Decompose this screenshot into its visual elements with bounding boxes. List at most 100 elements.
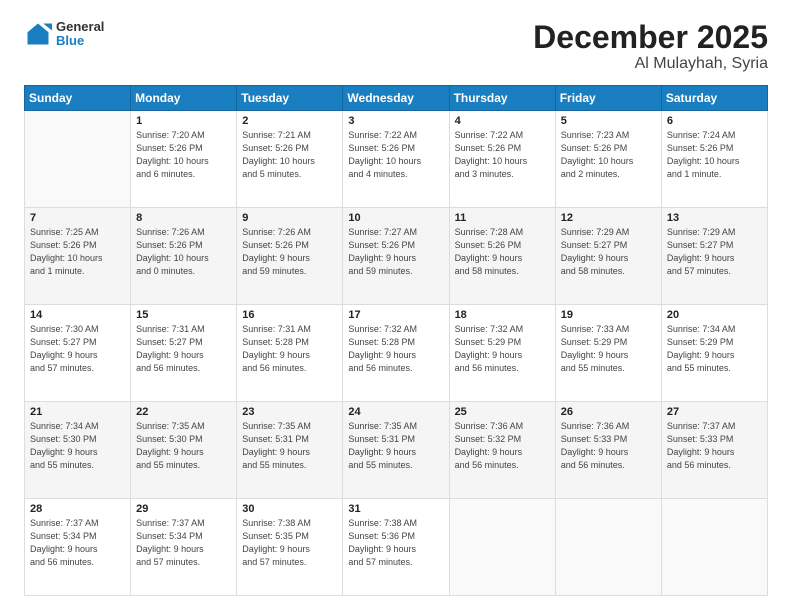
day-number: 4 <box>455 115 550 127</box>
week-row-3: 14 Sunrise: 7:30 AM Sunset: 5:27 PM Dayli… <box>25 305 768 402</box>
day-info: Sunrise: 7:24 AM Sunset: 5:26 PM Dayligh… <box>667 129 762 181</box>
day-number: 13 <box>667 212 762 224</box>
day-info: Sunrise: 7:38 AM Sunset: 5:36 PM Dayligh… <box>348 517 443 569</box>
day-info: Sunrise: 7:32 AM Sunset: 5:28 PM Dayligh… <box>348 323 443 375</box>
day-info: Sunrise: 7:31 AM Sunset: 5:28 PM Dayligh… <box>242 323 337 375</box>
calendar-cell: 5Sunrise: 7:23 AM Sunset: 5:26 PM Daylig… <box>555 111 661 208</box>
day-number: 7 <box>30 212 125 224</box>
calendar-cell: 23Sunrise: 7:35 AM Sunset: 5:31 PM Dayli… <box>237 402 343 499</box>
day-number: 25 <box>455 406 550 418</box>
calendar-cell: 1 Sunrise: 7:20 AM Sunset: 5:26 PM Daylig… <box>131 111 237 208</box>
day-number: 8 <box>136 212 231 224</box>
calendar-cell: 12 Sunrise: 7:29 AM Sunset: 5:27 PM Dayli… <box>555 208 661 305</box>
week-row-2: 7 Sunrise: 7:25 AM Sunset: 5:26 PM Daylig… <box>25 208 768 305</box>
logo: General Blue <box>24 20 104 49</box>
day-header-thursday: Thursday <box>449 86 555 111</box>
day-number: 24 <box>348 406 443 418</box>
day-number: 17 <box>348 309 443 321</box>
day-info: Sunrise: 7:33 AM Sunset: 5:29 PM Dayligh… <box>561 323 656 375</box>
logo-line1: General <box>56 20 104 34</box>
day-number: 26 <box>561 406 656 418</box>
calendar-cell: 20 Sunrise: 7:34 AM Sunset: 5:29 PM Dayli… <box>661 305 767 402</box>
calendar-cell: 13 Sunrise: 7:29 AM Sunset: 5:27 PM Dayli… <box>661 208 767 305</box>
day-info: Sunrise: 7:25 AM Sunset: 5:26 PM Dayligh… <box>30 226 125 278</box>
day-number: 6 <box>667 115 762 127</box>
day-info: Sunrise: 7:29 AM Sunset: 5:27 PM Dayligh… <box>561 226 656 278</box>
page: General Blue December 2025 Al Mulayhah, … <box>0 0 792 612</box>
calendar-cell: 9Sunrise: 7:26 AM Sunset: 5:26 PM Daylig… <box>237 208 343 305</box>
day-number: 19 <box>561 309 656 321</box>
calendar-title: December 2025 <box>533 20 768 55</box>
day-number: 29 <box>136 503 231 515</box>
day-number: 27 <box>667 406 762 418</box>
calendar-cell: 19 Sunrise: 7:33 AM Sunset: 5:29 PM Dayli… <box>555 305 661 402</box>
calendar-cell: 16 Sunrise: 7:31 AM Sunset: 5:28 PM Dayli… <box>237 305 343 402</box>
day-info: Sunrise: 7:28 AM Sunset: 5:26 PM Dayligh… <box>455 226 550 278</box>
day-number: 12 <box>561 212 656 224</box>
day-info: Sunrise: 7:35 AM Sunset: 5:30 PM Dayligh… <box>136 420 231 472</box>
day-info: Sunrise: 7:31 AM Sunset: 5:27 PM Dayligh… <box>136 323 231 375</box>
calendar-cell: 2 Sunrise: 7:21 AM Sunset: 5:26 PM Daylig… <box>237 111 343 208</box>
day-number: 2 <box>242 115 337 127</box>
day-number: 1 <box>136 115 231 127</box>
day-number: 5 <box>561 115 656 127</box>
calendar-cell: 24 Sunrise: 7:35 AM Sunset: 5:31 PM Dayli… <box>343 402 449 499</box>
calendar-cell: 30Sunrise: 7:38 AM Sunset: 5:35 PM Dayli… <box>237 499 343 596</box>
day-info: Sunrise: 7:32 AM Sunset: 5:29 PM Dayligh… <box>455 323 550 375</box>
calendar-cell: 14 Sunrise: 7:30 AM Sunset: 5:27 PM Dayli… <box>25 305 131 402</box>
day-info: Sunrise: 7:37 AM Sunset: 5:34 PM Dayligh… <box>136 517 231 569</box>
day-number: 21 <box>30 406 125 418</box>
day-info: Sunrise: 7:20 AM Sunset: 5:26 PM Dayligh… <box>136 129 231 181</box>
calendar-cell: 7 Sunrise: 7:25 AM Sunset: 5:26 PM Daylig… <box>25 208 131 305</box>
calendar-cell: 22 Sunrise: 7:35 AM Sunset: 5:30 PM Dayli… <box>131 402 237 499</box>
title-block: December 2025 Al Mulayhah, Syria <box>533 20 768 73</box>
calendar-cell: 3 Sunrise: 7:22 AM Sunset: 5:26 PM Daylig… <box>343 111 449 208</box>
day-info: Sunrise: 7:29 AM Sunset: 5:27 PM Dayligh… <box>667 226 762 278</box>
day-number: 18 <box>455 309 550 321</box>
calendar-cell: 8 Sunrise: 7:26 AM Sunset: 5:26 PM Daylig… <box>131 208 237 305</box>
day-header-monday: Monday <box>131 86 237 111</box>
logo-text: General Blue <box>56 20 104 49</box>
day-number: 14 <box>30 309 125 321</box>
day-info: Sunrise: 7:35 AM Sunset: 5:31 PM Dayligh… <box>242 420 337 472</box>
logo-icon <box>24 20 52 48</box>
day-info: Sunrise: 7:36 AM Sunset: 5:33 PM Dayligh… <box>561 420 656 472</box>
day-header-wednesday: Wednesday <box>343 86 449 111</box>
calendar-cell <box>661 499 767 596</box>
day-info: Sunrise: 7:37 AM Sunset: 5:34 PM Dayligh… <box>30 517 125 569</box>
calendar-cell: 15Sunrise: 7:31 AM Sunset: 5:27 PM Dayli… <box>131 305 237 402</box>
calendar-cell: 11 Sunrise: 7:28 AM Sunset: 5:26 PM Dayli… <box>449 208 555 305</box>
day-info: Sunrise: 7:30 AM Sunset: 5:27 PM Dayligh… <box>30 323 125 375</box>
day-info: Sunrise: 7:36 AM Sunset: 5:32 PM Dayligh… <box>455 420 550 472</box>
day-number: 31 <box>348 503 443 515</box>
day-number: 11 <box>455 212 550 224</box>
day-info: Sunrise: 7:22 AM Sunset: 5:26 PM Dayligh… <box>455 129 550 181</box>
calendar-cell: 25 Sunrise: 7:36 AM Sunset: 5:32 PM Dayli… <box>449 402 555 499</box>
day-info: Sunrise: 7:37 AM Sunset: 5:33 PM Dayligh… <box>667 420 762 472</box>
calendar-cell: 31 Sunrise: 7:38 AM Sunset: 5:36 PM Dayli… <box>343 499 449 596</box>
day-info: Sunrise: 7:34 AM Sunset: 5:29 PM Dayligh… <box>667 323 762 375</box>
day-header-sunday: Sunday <box>25 86 131 111</box>
day-number: 20 <box>667 309 762 321</box>
calendar-cell: 27 Sunrise: 7:37 AM Sunset: 5:33 PM Dayli… <box>661 402 767 499</box>
day-number: 3 <box>348 115 443 127</box>
calendar-cell: 4 Sunrise: 7:22 AM Sunset: 5:26 PM Daylig… <box>449 111 555 208</box>
day-header-tuesday: Tuesday <box>237 86 343 111</box>
calendar-cell <box>555 499 661 596</box>
day-info: Sunrise: 7:26 AM Sunset: 5:26 PM Dayligh… <box>136 226 231 278</box>
day-header-friday: Friday <box>555 86 661 111</box>
calendar-cell: 18 Sunrise: 7:32 AM Sunset: 5:29 PM Dayli… <box>449 305 555 402</box>
day-info: Sunrise: 7:35 AM Sunset: 5:31 PM Dayligh… <box>348 420 443 472</box>
day-number: 22 <box>136 406 231 418</box>
calendar-cell: 21Sunrise: 7:34 AM Sunset: 5:30 PM Dayli… <box>25 402 131 499</box>
calendar-cell: 17 Sunrise: 7:32 AM Sunset: 5:28 PM Dayli… <box>343 305 449 402</box>
day-info: Sunrise: 7:21 AM Sunset: 5:26 PM Dayligh… <box>242 129 337 181</box>
week-row-1: 1 Sunrise: 7:20 AM Sunset: 5:26 PM Daylig… <box>25 111 768 208</box>
day-info: Sunrise: 7:27 AM Sunset: 5:26 PM Dayligh… <box>348 226 443 278</box>
day-number: 16 <box>242 309 337 321</box>
header: General Blue December 2025 Al Mulayhah, … <box>24 20 768 73</box>
day-info: Sunrise: 7:22 AM Sunset: 5:26 PM Dayligh… <box>348 129 443 181</box>
calendar-cell <box>25 111 131 208</box>
day-number: 10 <box>348 212 443 224</box>
calendar-header-row: SundayMondayTuesdayWednesdayThursdayFrid… <box>25 86 768 111</box>
